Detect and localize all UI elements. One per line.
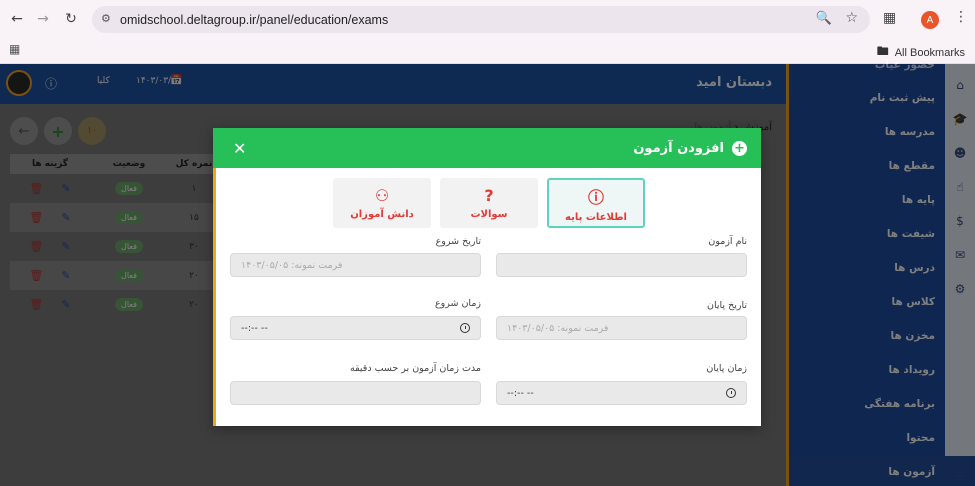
- exam-name-input[interactable]: [496, 253, 747, 277]
- question-icon: ?: [484, 186, 494, 205]
- end-time-input[interactable]: --:-- --: [496, 381, 747, 405]
- end-time-label: زمان پایان: [706, 363, 747, 374]
- modal-accent-bar: [213, 168, 216, 426]
- profile-avatar[interactable]: A: [921, 11, 939, 29]
- modal-header: ✕ + افزودن آزمون: [213, 128, 761, 168]
- end-date-label: تاریخ پایان: [707, 300, 747, 311]
- start-date-input[interactable]: فرمت نمونه: ۱۴۰۳/۰۵/۰۵: [230, 253, 481, 277]
- start-date-label: تاریخ شروع: [435, 236, 481, 247]
- plus-circle-icon: +: [732, 140, 747, 156]
- apps-grid-icon[interactable]: ▦: [9, 42, 20, 56]
- modal-title: + افزودن آزمون: [633, 140, 747, 156]
- info-icon: ⓘ: [587, 187, 604, 207]
- tab-basic-info[interactable]: ⓘ اطلاعات پایه: [547, 178, 645, 228]
- zoom-icon[interactable]: 🔍: [816, 11, 832, 26]
- address-bar[interactable]: ⚙ omidschool.deltagroup.ir/panel/educati…: [92, 6, 870, 33]
- start-time-label: زمان شروع: [434, 298, 481, 309]
- star-icon[interactable]: ☆: [845, 10, 858, 26]
- add-exam-modal: ✕ + افزودن آزمون ⚇ دانش آموزان ? سوالات …: [213, 128, 761, 426]
- clock-icon[interactable]: [460, 323, 470, 333]
- site-settings-icon[interactable]: ⚙: [101, 12, 111, 25]
- browser-toolbar: ← → ↻ ⚙ omidschool.deltagroup.ir/panel/e…: [0, 0, 975, 38]
- modal-tabs: ⚇ دانش آموزان ? سوالات ⓘ اطلاعات پایه: [333, 178, 645, 228]
- reload-icon[interactable]: ↻: [58, 6, 84, 32]
- tab-students[interactable]: ⚇ دانش آموزان: [333, 178, 431, 228]
- duration-label: مدت زمان آزمون بر حسب دقیقه: [350, 363, 481, 374]
- menu-icon[interactable]: ⋮: [954, 9, 968, 25]
- exam-name-label: نام آزمون: [708, 236, 747, 247]
- close-icon[interactable]: ✕: [233, 139, 246, 158]
- forward-icon[interactable]: →: [30, 6, 56, 32]
- duration-input[interactable]: [230, 381, 481, 405]
- url-text: omidschool.deltagroup.ir/panel/education…: [120, 12, 389, 27]
- users-icon: ⚇: [374, 186, 390, 205]
- end-date-input[interactable]: فرمت نمونه: ۱۴۰۳/۰۵/۰۵: [496, 316, 747, 340]
- start-time-input[interactable]: --:-- --: [230, 316, 481, 340]
- bookmarks-bar: ▦ 🖿 All Bookmarks: [0, 38, 975, 64]
- clock-icon[interactable]: [726, 388, 736, 398]
- back-icon[interactable]: ←: [4, 6, 30, 32]
- tab-questions[interactable]: ? سوالات: [440, 178, 538, 228]
- extensions-icon[interactable]: ▦: [883, 10, 896, 26]
